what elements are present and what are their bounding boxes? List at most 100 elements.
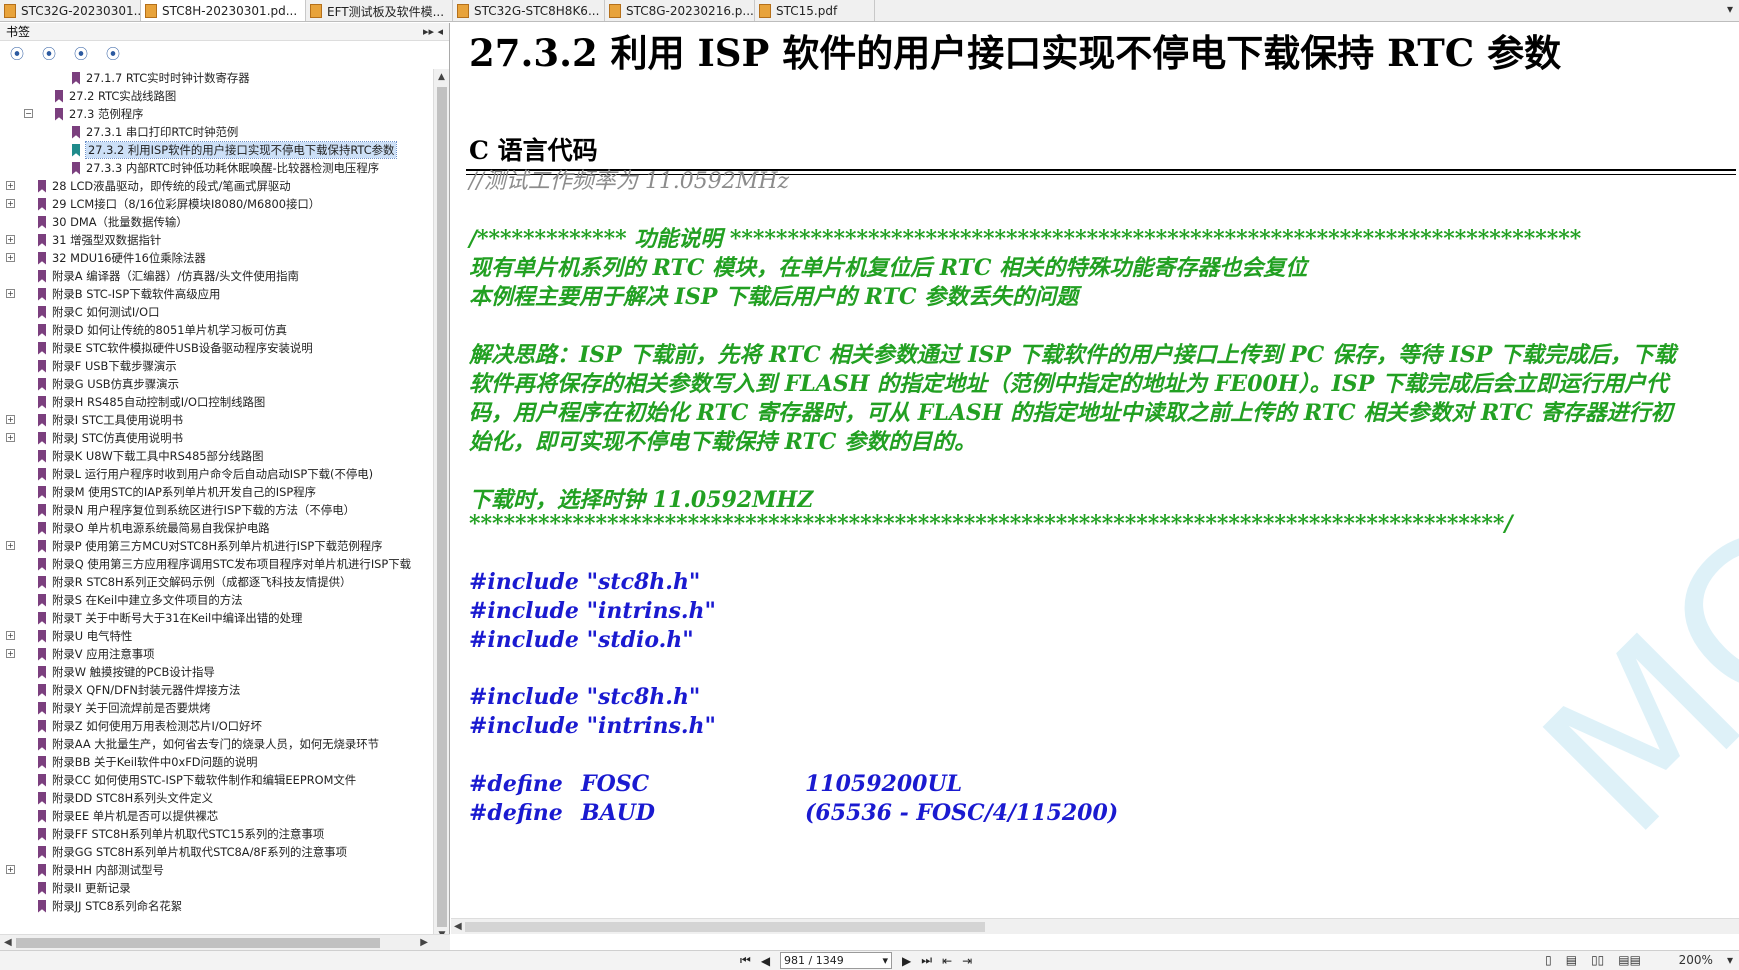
bookmark-item[interactable]: 附录II 更新记录 [0, 879, 432, 897]
bookmark-item[interactable]: 27.3.3 内部RTC时钟低功耗休眠唤醒-比较器检测电压程序 [0, 159, 432, 177]
bookmark-item[interactable]: 附录T 关于中断号大于31在Keil中编译出错的处理 [0, 609, 432, 627]
expand-icon[interactable]: + [6, 415, 15, 424]
bookmark-item[interactable]: 附录S 在Keil中建立多文件项目的方法 [0, 591, 432, 609]
bookmark-item[interactable]: + 附录HH 内部测试型号 [0, 861, 432, 879]
add-bookmark-icon[interactable]: ⦿ [74, 44, 88, 64]
bookmark-item[interactable]: 附录H RS485自动控制或I/O口控制线路图 [0, 393, 432, 411]
bookmark-item[interactable]: 附录W 触摸按键的PCB设计指导 [0, 663, 432, 681]
tab-stc32g[interactable]: STC32G-20230301... [0, 0, 141, 21]
bookmark-item[interactable]: 附录CC 如何使用STC-ISP下载软件制作和编辑EEPROM文件 [0, 771, 432, 789]
document-view[interactable]: MCU 27.3.2 利用 ISP 软件的用户接口实现不停电下载保持 RTC 参… [451, 23, 1739, 934]
bookmark-item[interactable]: 附录BB 关于Keil软件中0xFD问题的说明 [0, 753, 432, 771]
tab-stc8h[interactable]: STC8H-20230301.pd...✕ [141, 0, 306, 21]
bookmark-item[interactable]: 27.1.7 RTC实时时钟计数寄存器 [0, 69, 432, 87]
tab-stc32g-stc8h[interactable]: STC32G-STC8H8K6... [453, 0, 605, 21]
bookmark-item[interactable]: 附录A 编译器（汇编器）/仿真器/头文件使用指南 [0, 267, 432, 285]
last-page-icon[interactable]: ⏭ [921, 953, 932, 968]
bookmark-item[interactable]: 附录K U8W下载工具中RS485部分线路图 [0, 447, 432, 465]
bookmark-item[interactable]: + 附录P 使用第三方MCU对STC8H系列单片机进行ISP下载范例程序 [0, 537, 432, 555]
bookmark-item[interactable]: + 附录V 应用注意事项 [0, 645, 432, 663]
go-forward-icon[interactable]: ⇥ [962, 954, 972, 968]
bookmark-item[interactable]: 附录Q 使用第三方应用程序调用STC发布项目程序对单片机进行ISP下载 [0, 555, 432, 573]
panel-collapse-controls[interactable]: ▸▸ ◂ [423, 25, 443, 38]
bookmark-item[interactable]: 附录O 单片机电源系统最简易自我保护电路 [0, 519, 432, 537]
scroll-thumb[interactable] [465, 922, 985, 932]
tab-eft[interactable]: EFT测试板及软件模... [306, 0, 453, 21]
expand-icon[interactable]: + [6, 289, 15, 298]
scroll-up-icon[interactable]: ▲ [434, 69, 449, 85]
expand-icon[interactable]: + [6, 433, 15, 442]
expand-bookmark-icon[interactable]: ⦿ [10, 44, 24, 64]
bookmark-item[interactable]: 附录DD STC8H系列头文件定义 [0, 789, 432, 807]
bookmarks-vertical-scrollbar[interactable]: ▲ ▼ [433, 69, 449, 943]
expand-icon[interactable]: + [6, 199, 15, 208]
expand-icon[interactable]: + [6, 631, 15, 640]
bookmark-item[interactable]: 附录N 用户程序复位到系统区进行ISP下载的方法（不停电） [0, 501, 432, 519]
two-page-continuous-icon[interactable]: ▤▤ [1618, 953, 1641, 967]
bookmark-item[interactable]: + 附录B STC-ISP下载软件高级应用 [0, 285, 432, 303]
next-page-icon[interactable]: ▶ [902, 954, 911, 968]
expand-icon[interactable]: + [6, 865, 15, 874]
bookmark-label: 附录J STC仿真使用说明书 [52, 431, 183, 445]
bookmark-item[interactable]: 附录G USB仿真步骤演示 [0, 375, 432, 393]
zoom-level[interactable]: 200% [1655, 953, 1713, 967]
document-horizontal-scrollbar[interactable]: ◀ [451, 918, 1739, 934]
tab-list-chevron-icon[interactable]: ▾ [1727, 2, 1733, 16]
scroll-left-icon[interactable]: ◀ [4, 935, 12, 951]
bookmark-item[interactable]: 27.3.1 串口打印RTC时钟范例 [0, 123, 432, 141]
bookmark-item[interactable]: 附录X QFN/DFN封装元器件焊接方法 [0, 681, 432, 699]
bookmark-item[interactable]: 27.2 RTC实战线路图 [0, 87, 432, 105]
bookmark-label: 附录T 关于中断号大于31在Keil中编译出错的处理 [52, 611, 303, 625]
bookmark-item[interactable]: 附录C 如何测试I/O口 [0, 303, 432, 321]
bookmark-item[interactable]: 附录GG STC8H系列单片机取代STC8A/8F系列的注意事项 [0, 843, 432, 861]
tab-stc8g[interactable]: STC8G-20230216.p... [605, 0, 755, 21]
bookmark-item[interactable]: 附录E STC软件模拟硬件USB设备驱动程序安装说明 [0, 339, 432, 357]
bookmark-item[interactable]: + 附录I STC工具使用说明书 [0, 411, 432, 429]
chevron-down-icon[interactable]: ▾ [883, 954, 889, 967]
bookmark-item[interactable]: 附录R STC8H系列正交解码示例（成都逐飞科技友情提供） [0, 573, 432, 591]
expand-icon[interactable]: + [6, 649, 15, 658]
bookmark-label: 附录H RS485自动控制或I/O口控制线路图 [52, 395, 266, 409]
scroll-thumb[interactable] [16, 938, 380, 948]
first-page-icon[interactable]: ⏮ [740, 953, 751, 968]
bookmark-item[interactable]: + 附录U 电气特性 [0, 627, 432, 645]
expand-icon[interactable]: + [6, 235, 15, 244]
single-page-view-icon[interactable]: ▯ [1545, 953, 1552, 967]
bookmark-item[interactable]: 附录F USB下载步骤演示 [0, 357, 432, 375]
bookmark-item[interactable]: 附录M 使用STC的IAP系列单片机开发自己的ISP程序 [0, 483, 432, 501]
bookmark-item[interactable]: 27.3.2 利用ISP软件的用户接口实现不停电下载保持RTC参数 [0, 141, 432, 159]
bookmark-icon [38, 575, 46, 589]
go-back-icon[interactable]: ⇤ [942, 954, 952, 968]
bookmark-item[interactable]: 附录Z 如何使用万用表检测芯片I/O口好坏 [0, 717, 432, 735]
tab-stc15[interactable]: STC15.pdf [755, 0, 875, 21]
bookmark-item[interactable]: 附录L 运行用户程序时收到用户命令后自动启动ISP下载(不停电) [0, 465, 432, 483]
bookmark-item[interactable]: 附录EE 单片机是否可以提供裸芯 [0, 807, 432, 825]
bookmark-item[interactable]: − 27.3 范例程序 [0, 105, 432, 123]
bookmark-item[interactable]: 附录Y 关于回流焊前是否要烘烤 [0, 699, 432, 717]
scroll-left-icon[interactable]: ◀ [454, 919, 462, 934]
bookmark-item[interactable]: +31 增强型双数据指针 [0, 231, 432, 249]
expand-icon[interactable]: + [6, 253, 15, 262]
bookmark-item[interactable]: 30 DMA（批量数据传输） [0, 213, 432, 231]
bookmarks-horizontal-scrollbar[interactable]: ◀ ▶ [0, 934, 450, 950]
bookmark-item[interactable]: 附录FF STC8H系列单片机取代STC15系列的注意事项 [0, 825, 432, 843]
bookmark-item[interactable]: +29 LCM接口（8/16位彩屏模块I8080/M6800接口） [0, 195, 432, 213]
prev-page-icon[interactable]: ◀ [761, 954, 770, 968]
scroll-right-icon[interactable]: ▶ [420, 935, 428, 951]
bookmark-item[interactable]: 附录D 如何让传统的8051单片机学习板可仿真 [0, 321, 432, 339]
continuous-view-icon[interactable]: ▤ [1566, 953, 1577, 967]
page-number-field[interactable]: 981 / 1349 ▾ [780, 952, 893, 969]
bookmark-item[interactable]: +32 MDU16硬件16位乘除法器 [0, 249, 432, 267]
collapse-icon[interactable]: − [24, 109, 33, 118]
bookmark-item[interactable]: 附录AA 大批量生产，如何省去专门的烧录人员，如何无烧录环节 [0, 735, 432, 753]
two-page-view-icon[interactable]: ▯▯ [1591, 953, 1604, 967]
collapse-bookmark-icon[interactable]: ⦿ [42, 44, 56, 64]
bookmark-item[interactable]: 附录JJ STC8系列命名花絮 [0, 897, 432, 915]
expand-icon[interactable]: + [6, 541, 15, 550]
scroll-thumb[interactable] [437, 87, 447, 927]
zoom-menu-icon[interactable]: ▾ [1727, 953, 1733, 967]
bookmark-item[interactable]: +28 LCD液晶驱动，即传统的段式/笔画式屏驱动 [0, 177, 432, 195]
bookmark-item[interactable]: + 附录J STC仿真使用说明书 [0, 429, 432, 447]
find-bookmark-icon[interactable]: ⦿ [106, 44, 120, 64]
expand-icon[interactable]: + [6, 181, 15, 190]
